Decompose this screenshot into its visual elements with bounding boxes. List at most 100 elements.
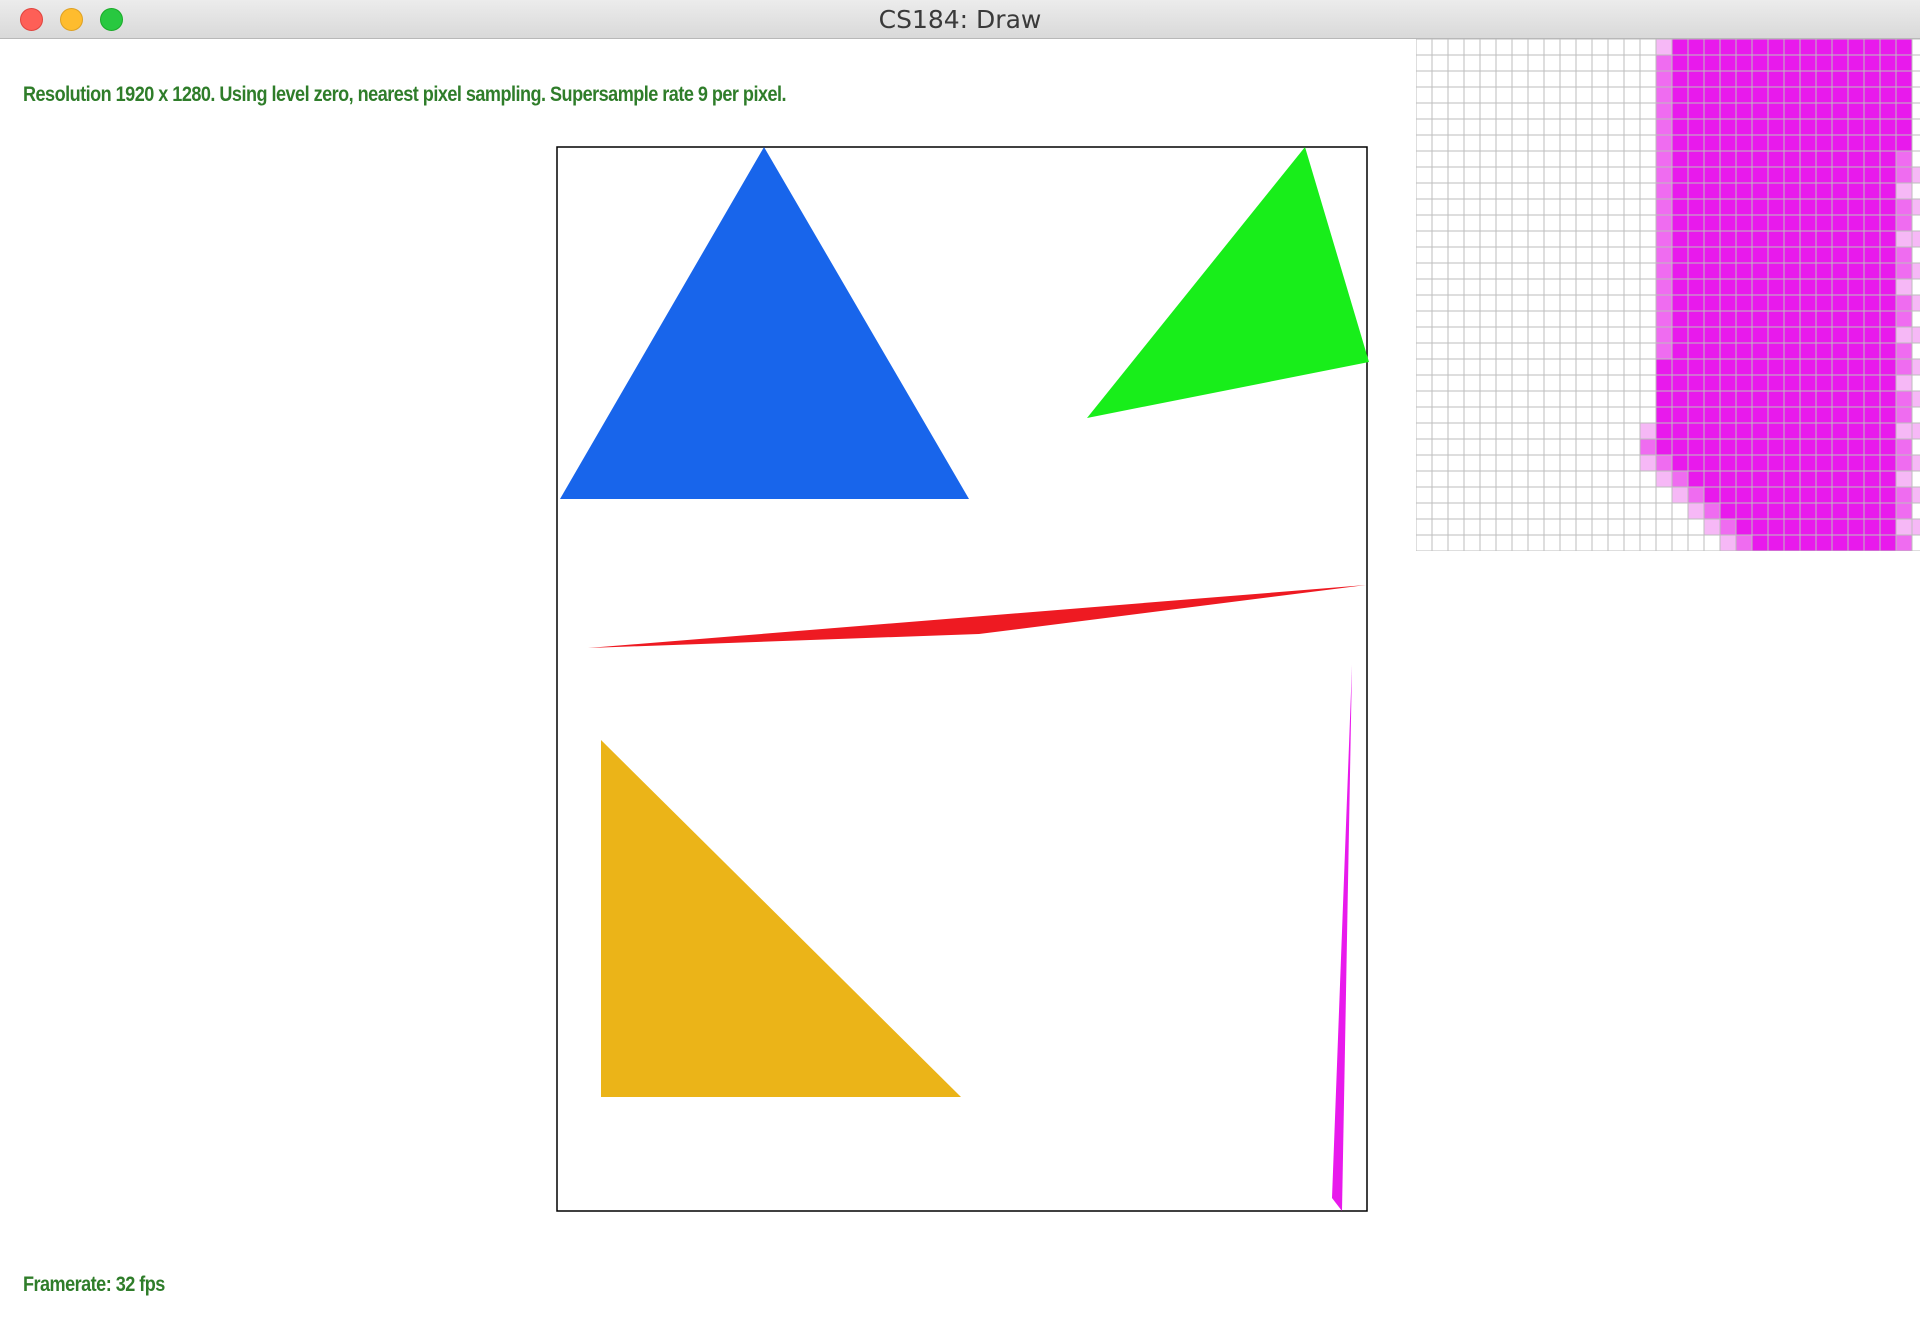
zoom-pixel-cell [1847,454,1865,472]
zoom-pixel-cell [1719,70,1737,88]
zoom-pixel-cell [1511,198,1529,216]
zoom-pixel-cell [1463,326,1481,344]
zoom-pixel-cell [1767,422,1785,440]
zoom-pixel-cell [1607,39,1625,56]
zoom-pixel-cell [1847,246,1865,264]
zoom-pixel-cell [1799,390,1817,408]
zoom-pixel-cell [1511,406,1529,424]
zoom-pixel-cell [1895,454,1913,472]
zoom-pixel-cell [1911,342,1920,360]
zoom-pixel-cell [1719,86,1737,104]
zoom-pixel-cell [1751,438,1769,456]
zoom-pixel-cell [1751,278,1769,296]
zoom-pixel-cell [1591,150,1609,168]
zoom-pixel-cell [1559,134,1577,152]
zoom-pixel-cell [1911,486,1920,504]
zoom-pixel-cell [1591,70,1609,88]
zoom-pixel-cell [1575,502,1593,520]
zoom-pixel-cell [1527,118,1545,136]
zoom-pixel-cell [1863,262,1881,280]
zoom-pixel-cell [1719,518,1737,536]
zoom-pixel-cell [1879,198,1897,216]
zoom-pixel-cell [1735,390,1753,408]
zoom-pixel-cell [1799,182,1817,200]
zoom-pixel-cell [1863,486,1881,504]
zoom-pixel-cell [1511,358,1529,376]
zoom-pixel-cell [1591,438,1609,456]
zoom-pixel-cell [1447,534,1465,551]
zoom-pixel-cell [1543,342,1561,360]
zoom-pixel-cell [1623,198,1641,216]
zoom-pixel-cell [1671,358,1689,376]
zoom-pixel-cell [1655,486,1673,504]
zoom-pixel-cell [1847,262,1865,280]
zoom-pixel-cell [1495,502,1513,520]
zoom-pixel-cell [1863,470,1881,488]
zoom-pixel-cell [1799,278,1817,296]
zoom-pixel-cell [1575,438,1593,456]
zoom-pixel-cell [1831,182,1849,200]
zoom-pixel-cell [1431,246,1449,264]
zoom-pixel-cell [1703,102,1721,120]
zoom-pixel-cell [1575,70,1593,88]
zoom-pixel-cell [1591,86,1609,104]
zoom-pixel-cell [1511,534,1529,551]
zoom-pixel-cell [1847,406,1865,424]
zoom-pixel-cell [1879,214,1897,232]
zoom-pixel-cell [1559,39,1577,56]
zoom-pixel-cell [1815,518,1833,536]
zoom-pixel-cell [1847,342,1865,360]
zoom-pixel-cell [1671,54,1689,72]
zoom-pixel-cell [1479,214,1497,232]
zoom-pixel-cell [1495,54,1513,72]
zoom-pixel-cell [1463,406,1481,424]
zoom-pixel-cell [1895,486,1913,504]
zoom-pixel-cell [1735,438,1753,456]
zoom-pixel-cell [1671,406,1689,424]
zoom-pixel-cell [1847,502,1865,520]
zoom-pixel-cell [1655,358,1673,376]
zoom-pixel-cell [1639,422,1657,440]
zoom-pixel-cell [1687,39,1705,56]
zoom-pixel-cell [1751,470,1769,488]
zoom-pixel-cell [1639,230,1657,248]
zoom-pixel-cell [1479,438,1497,456]
zoom-pixel-cell [1591,166,1609,184]
zoom-pixel-cell [1895,374,1913,392]
zoom-pixel-cell [1895,534,1913,551]
zoom-pixel-cell [1671,390,1689,408]
zoom-pixel-cell [1447,422,1465,440]
zoom-pixel-cell [1431,470,1449,488]
zoom-pixel-cell [1687,358,1705,376]
zoom-pixel-cell [1735,134,1753,152]
zoom-pixel-cell [1511,294,1529,312]
zoom-pixel-cell [1911,390,1920,408]
zoom-pixel-cell [1847,518,1865,536]
zoom-pixel-cell [1607,214,1625,232]
zoom-pixel-cell [1479,310,1497,328]
zoom-pixel-cell [1783,198,1801,216]
zoom-pixel-cell [1559,230,1577,248]
zoom-pixel-cell [1527,518,1545,536]
zoom-pixel-cell [1416,438,1433,456]
zoom-pixel-cell [1607,134,1625,152]
zoom-pixel-cell [1735,262,1753,280]
zoom-pixel-cell [1767,246,1785,264]
zoom-pixel-cell [1911,534,1920,551]
zoom-pixel-cell [1559,486,1577,504]
draw-canvas-area[interactable]: Resolution 1920 x 1280. Using level zero… [4,39,1920,1318]
zoom-pixel-cell [1463,70,1481,88]
zoom-pixel-cell [1799,486,1817,504]
zoom-pixel-cell [1479,518,1497,536]
zoom-pixel-cell [1463,502,1481,520]
zoom-pixel-cell [1783,230,1801,248]
zoom-pixel-cell [1543,246,1561,264]
zoom-pixel-cell [1687,54,1705,72]
zoom-pixel-cell [1815,182,1833,200]
zoom-pixel-cell [1607,70,1625,88]
zoom-pixel-cell [1767,70,1785,88]
zoom-pixel-cell [1703,262,1721,280]
zoom-pixel-cell [1575,150,1593,168]
zoom-pixel-cell [1431,518,1449,536]
zoom-pixel-cell [1783,374,1801,392]
